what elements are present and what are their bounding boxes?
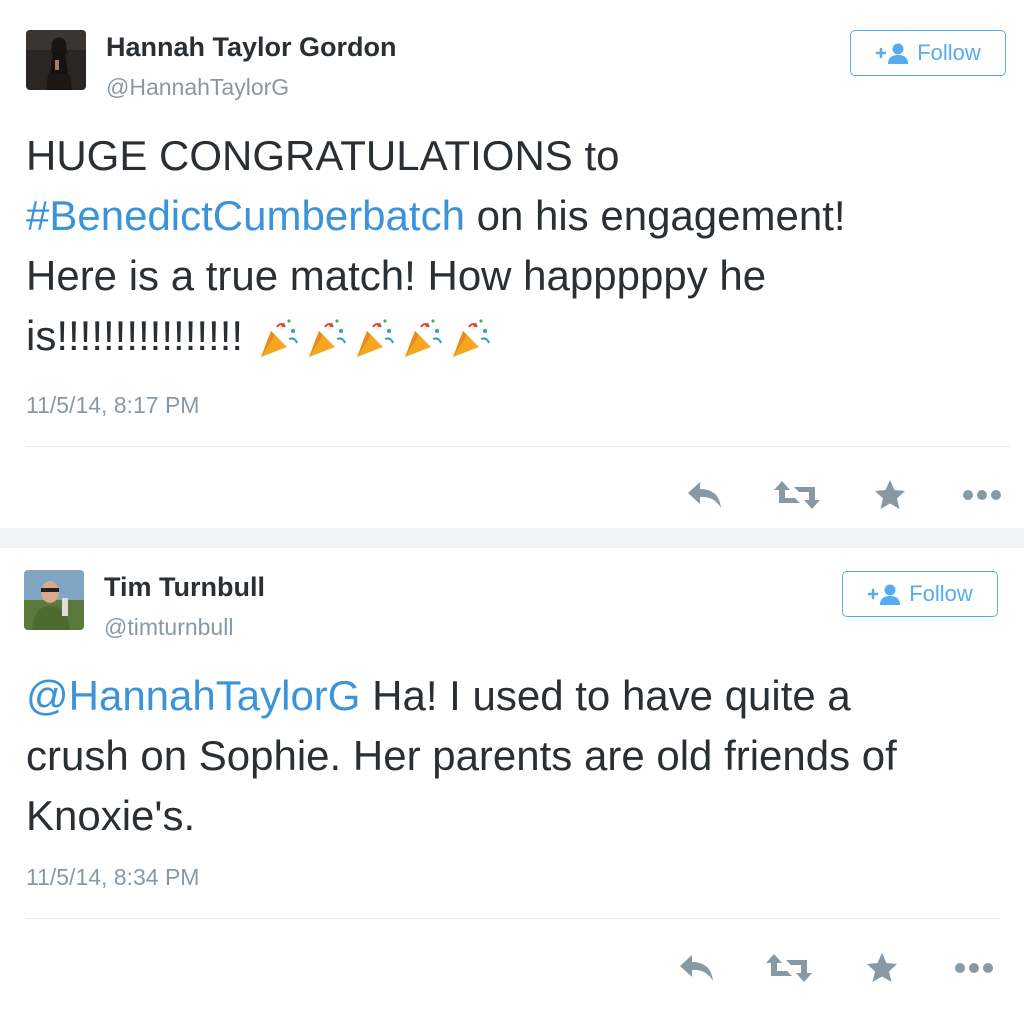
retweet-icon: [766, 954, 812, 982]
party-popper-icon: [452, 319, 490, 357]
display-name[interactable]: Tim Turnbull: [104, 572, 265, 603]
avatar[interactable]: [26, 30, 86, 90]
timestamp[interactable]: 11/5/14, 8:34 PM: [26, 864, 199, 891]
tweet-text: @HannahTaylorG Ha! I used to have quite …: [26, 666, 1006, 846]
mention-link[interactable]: @HannahTaylorG: [26, 672, 360, 719]
tweet-text-line: Knoxie's.: [26, 792, 196, 839]
tweet-text-line: is!!!!!!!!!!!!!!!!: [26, 306, 1006, 366]
star-icon: [875, 480, 905, 509]
party-popper-icon: [260, 319, 298, 357]
user-handle[interactable]: @timturnbull: [104, 614, 233, 641]
tweet-text-line: @HannahTaylorG Ha! I used to have quite …: [26, 666, 1006, 726]
tweet-text-segment: is!!!!!!!!!!!!!!!!: [26, 312, 244, 359]
party-popper-icon: [356, 319, 394, 357]
reply-icon: [680, 955, 713, 981]
user-handle[interactable]: @HannahTaylorG: [106, 74, 289, 101]
party-popper-emojis: [255, 315, 495, 363]
avatar-photo: [26, 30, 86, 90]
avatar-photo: [24, 570, 84, 630]
follow-button[interactable]: Follow: [850, 30, 1006, 76]
divider: [26, 918, 1000, 919]
display-name[interactable]: Hannah Taylor Gordon: [106, 32, 397, 63]
timestamp[interactable]: 11/5/14, 8:17 PM: [26, 392, 199, 419]
hashtag-link[interactable]: #BenedictCumberbatch: [26, 192, 465, 239]
add-user-icon: [867, 584, 901, 605]
favorite-button[interactable]: [866, 952, 898, 989]
tweet-1: Hannah Taylor Gordon @HannahTaylorG Foll…: [0, 0, 1024, 528]
reply-icon: [688, 482, 721, 508]
tweet-2: Tim Turnbull @timturnbull Follow @Hannah…: [0, 548, 1024, 1024]
tweet-text-segment: Ha! I used to have quite a: [360, 672, 851, 719]
reply-button[interactable]: [686, 480, 724, 515]
retweet-icon: [774, 481, 820, 509]
follow-label: Follow: [917, 40, 981, 65]
retweet-button[interactable]: [774, 481, 820, 514]
tweet-separator: [0, 528, 1024, 548]
more-dots-icon: [963, 490, 1001, 500]
avatar[interactable]: [24, 570, 84, 630]
follow-button[interactable]: Follow: [842, 571, 998, 617]
divider: [26, 446, 1010, 447]
tweet-text-line: #BenedictCumberbatch on his engagement!: [26, 186, 1006, 246]
more-button[interactable]: [954, 961, 996, 979]
reply-button[interactable]: [678, 953, 716, 988]
more-dots-icon: [955, 963, 993, 973]
more-button[interactable]: [962, 488, 1004, 506]
tweet-text-line: HUGE CONGRATULATIONS to: [26, 132, 620, 179]
follow-label: Follow: [909, 581, 973, 606]
add-user-icon: [875, 43, 909, 64]
retweet-button[interactable]: [766, 954, 812, 987]
favorite-button[interactable]: [874, 479, 906, 516]
party-popper-icon: [308, 319, 346, 357]
tweet-text: HUGE CONGRATULATIONS to #BenedictCumberb…: [26, 126, 1006, 366]
tweet-text-line: crush on Sophie. Her parents are old fri…: [26, 732, 897, 779]
star-icon: [867, 953, 897, 982]
party-popper-icon: [404, 319, 442, 357]
tweet-text-segment: on his engagement!: [464, 192, 846, 239]
tweet-text-line: Here is a true match! How happpppy he: [26, 252, 767, 299]
